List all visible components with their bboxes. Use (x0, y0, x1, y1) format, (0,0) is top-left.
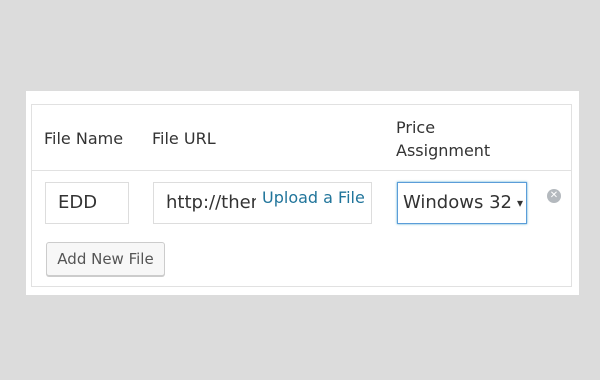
header-file-name: File Name (44, 129, 124, 148)
download-files-panel: File Name File URL Price Assignment EDD … (26, 91, 579, 295)
add-new-file-button[interactable]: Add New File (46, 242, 165, 276)
close-circle-icon[interactable]: ✕ (547, 189, 561, 203)
header-price-assignment: Price Assignment (396, 118, 491, 160)
file-name-value: EDD (58, 192, 98, 213)
file-name-input[interactable]: EDD (45, 182, 129, 224)
header-file-url: File URL (152, 129, 216, 148)
table-header: File Name File URL Price Assignment (32, 105, 571, 171)
upload-file-link[interactable]: Upload a File (262, 183, 365, 213)
download-files-table: File Name File URL Price Assignment EDD … (31, 104, 572, 287)
price-assignment-select[interactable]: Windows 32 ▾ (397, 182, 527, 224)
file-url-input[interactable]: http://themeisle.com Upload a File (153, 182, 372, 224)
chevron-down-icon: ▾ (516, 196, 523, 210)
price-assignment-value: Windows 32 (403, 192, 512, 213)
file-url-value: http://themeisle.com (166, 192, 256, 213)
